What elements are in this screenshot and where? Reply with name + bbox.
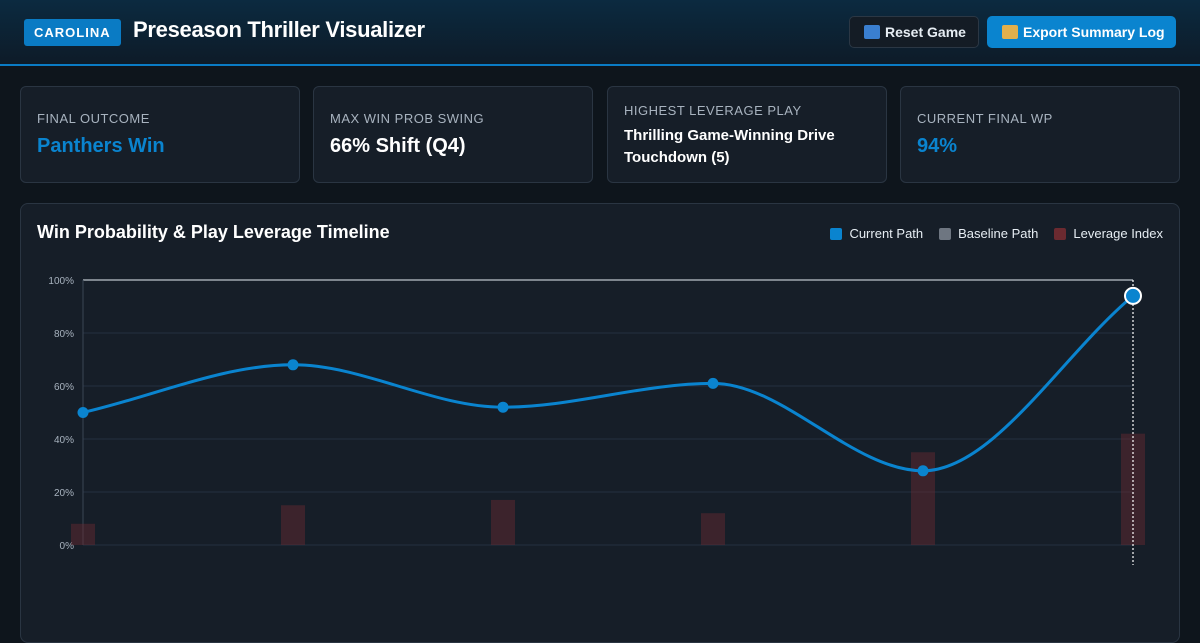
- brand-badge: CAROLINA: [24, 19, 121, 46]
- y-tick-label: 60%: [54, 382, 74, 393]
- data-point: [917, 465, 929, 477]
- current-point: [1124, 286, 1142, 305]
- y-tick-label: 80%: [54, 329, 74, 340]
- export-summary-button[interactable]: Export Summary Log: [987, 16, 1176, 48]
- inbox-tray-icon: [1002, 25, 1018, 39]
- highest-leverage-card: Highest Leverage Play Thrilling Game-Win…: [607, 86, 887, 183]
- card-label: Max Win Prob Swing: [330, 111, 485, 126]
- y-tick-label: 100%: [48, 276, 74, 287]
- leverage-bar: [71, 523, 95, 545]
- card-value: 94%: [917, 135, 958, 157]
- data-point: [77, 407, 89, 418]
- card-value: Thrilling Game-Winning Drive Touchdown (…: [624, 127, 835, 166]
- y-tick-label: 20%: [54, 488, 74, 499]
- card-label: Final Outcome: [37, 111, 150, 126]
- refresh-icon: [864, 25, 880, 39]
- data-point: [287, 359, 299, 371]
- current-path-line: [82, 294, 1134, 473]
- max-swing-card: Max Win Prob Swing 66% Shift (Q4): [313, 86, 593, 183]
- app-title: Preseason Thriller Visualizer: [133, 17, 425, 42]
- leverage-bar: [701, 513, 725, 545]
- current-final-wp-card: Current Final WP 94%: [900, 86, 1180, 183]
- card-label: Current Final WP: [917, 111, 1053, 126]
- leverage-bar: [491, 499, 515, 545]
- card-value: Panthers Win: [37, 135, 165, 157]
- app-header: CAROLINA Preseason Thriller Visualizer R…: [0, 0, 1200, 66]
- export-summary-label: Export Summary Log: [1023, 24, 1165, 40]
- leverage-bar: [281, 505, 305, 545]
- card-label: Highest Leverage Play: [624, 103, 802, 118]
- data-point: [707, 377, 719, 389]
- y-tick-label: 40%: [54, 435, 74, 446]
- chart-panel: Win Probability & Play Leverage Timeline…: [20, 203, 1180, 643]
- reset-game-label: Reset Game: [885, 24, 966, 40]
- reset-game-button[interactable]: Reset Game: [849, 16, 979, 48]
- win-probability-chart: 0%20%40%60%80%100%: [48, 276, 1145, 565]
- card-value: 66% Shift (Q4): [330, 135, 466, 157]
- final-outcome-card: Final Outcome Panthers Win: [20, 86, 300, 183]
- data-point: [497, 401, 509, 413]
